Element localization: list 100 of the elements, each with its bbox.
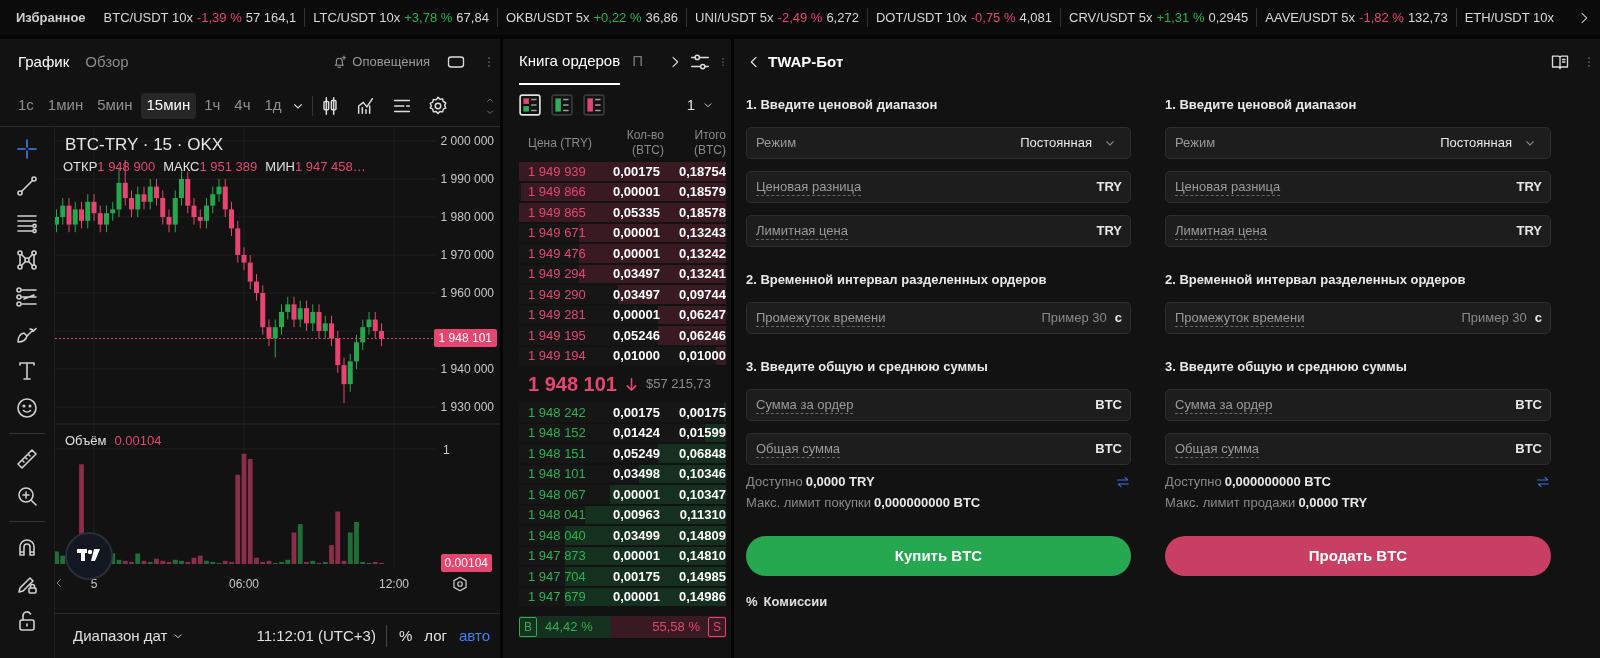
unit-label: BTC [1095,440,1122,459]
field-label: Сумма за ордер [756,396,854,414]
price-cell-text: 1 948 151 [528,444,587,463]
total-cell-text: 0,13243 [678,224,726,242]
amount-cell-text: 0,05246 [612,326,660,345]
clock-label: 11:12:01 (UTC+3) [256,624,387,648]
ticker-item[interactable]: AAVE/USDT 5x -1,82 % 132,73 [1256,7,1456,28]
column-header: Итого (BTC) [693,128,726,158]
input-field[interactable]: Промежуток времени Пример 30 с [746,302,1131,334]
ticker-item[interactable]: OKB/USDT 5x +0,22 % 36,86 [496,7,687,28]
total-cell-text: 0,14809 [678,526,726,545]
total-cell-text: 0,06247 [678,306,726,324]
amount-cell-text: 0,05335 [612,203,660,222]
favorites-label[interactable]: Избранное [16,7,86,28]
field-label: Ценовая разница [1175,178,1281,196]
total-cell-text: 0,00175 [678,403,726,422]
unit-label: с [1114,309,1122,328]
price-cell-text: 1 949 290 [528,285,587,304]
field-label: Общая сумма [1175,440,1260,458]
timeframe-button[interactable]: 4ч [228,92,257,119]
ohlc-value: 1 947 458… [294,158,366,176]
total-cell-text: 0,09744 [678,285,726,304]
unit-label: TRY [1516,222,1542,241]
total-cell-text: 0,01599 [678,424,726,442]
last-price-badge: 1 948 101 [433,329,497,348]
ohlc-label: ОТКР [63,158,98,176]
total-cell-text: 0,18578 [678,203,726,222]
sell-badge: S [708,617,726,637]
input-field[interactable]: Лимитная цена TRY [746,215,1131,247]
volume-value: 0.00104 [114,432,162,450]
column-header: Цена (TRY) [528,135,593,151]
limit-value: 0,0000 TRY [1298,494,1368,513]
ticker-item[interactable]: UNI/USDT 5x -2,49 % 6,272 [686,7,867,28]
price-cell-text: 1 947 679 [528,588,587,606]
total-cell-text: 0,10347 [678,485,726,504]
y-tick-label: 1 960 000 [440,285,494,300]
buy-badge: B [519,617,537,637]
ticker-item[interactable]: BTC/USDT 10x -1,39 % 57 164,1 [95,7,305,28]
input-field[interactable]: Ценовая разница TRY [746,171,1131,203]
input-field[interactable]: Общая сумма BTC [1165,433,1551,465]
total-cell-text: 0,13241 [678,265,726,283]
ohlc-label: МАКС [163,158,200,176]
fees-link[interactable]: Комиссии [763,592,828,612]
x-tick-label: 06:00 [229,577,259,591]
submit-button[interactable]: Продать BTC [1165,536,1551,576]
section-heading: 3. Введите общую и среднюю суммы [746,358,989,376]
ticker-item[interactable]: LTC/USDT 10x +3,78 % 67,84 [304,7,497,28]
timeframe-button[interactable]: 1д [258,92,288,119]
timeframe-button[interactable]: 1с [12,92,40,119]
scale-option[interactable]: лог [424,624,447,648]
text-input[interactable]: Пример 30 [1026,308,1107,328]
tab[interactable]: П [632,39,643,85]
timeframe-button[interactable]: 5мин [91,92,139,119]
amount-cell-text: 0,03498 [612,465,660,483]
amount-cell-text: 0,00001 [612,588,660,606]
price-cell-text: 1 949 939 [528,162,587,181]
input-field[interactable]: Лимитная цена TRY [1165,215,1551,247]
date-range-button[interactable]: Диапазон дат [73,624,186,648]
timeframe-button[interactable]: 1ч [198,92,227,119]
select-field[interactable]: Режим Постоянная [746,127,1131,159]
price-cell-text: 1 948 041 [528,506,587,524]
tab[interactable]: Обзор [85,50,129,74]
timeframe-button[interactable]: 1мин [41,92,90,119]
y-tick-label: 1 990 000 [440,172,494,187]
amount-cell-text: 0,00001 [612,244,660,263]
panel-title: TWAP-Бот [768,51,844,72]
text-input[interactable]: Пример 30 [1446,308,1527,328]
unit-label: TRY [1096,178,1122,197]
input-field[interactable]: Общая сумма BTC [746,433,1131,465]
alerts-button[interactable]: Оповещения [332,52,430,72]
y-tick-label: 1 970 000 [440,248,494,262]
tab[interactable]: Книга ордеров [519,39,621,85]
ticker-item[interactable]: CRV/USDT 5x +1,31 % 0,2945 [1060,7,1257,28]
ticker-item[interactable]: ETH/USDT 10x [1455,7,1562,28]
price-cell-text: 1 949 865 [528,203,587,222]
y-tick-label: 1 980 000 [440,210,494,224]
input-field[interactable]: Промежуток времени Пример 30 с [1165,302,1551,334]
scale-option[interactable]: авто [458,624,490,648]
ticker-item[interactable]: DOT/USDT 10x -0,75 % 4,081 [866,7,1061,28]
y-tick-label: 1 930 000 [440,399,494,414]
price-cell-text: 1 949 671 [528,224,587,242]
input-field[interactable]: Сумма за ордер BTC [1165,389,1551,421]
total-cell-text: 0,11310 [678,506,726,524]
timeframe-button[interactable]: 15мин [140,92,197,119]
available-label: Доступно [1165,473,1222,492]
scale-option[interactable]: % [398,624,413,648]
buy-share: 44,42 % [545,618,593,637]
select-field[interactable]: Режим Постоянная [1165,127,1551,159]
amount-cell-text: 0,00175 [612,403,660,422]
field-label: Лимитная цена [756,222,848,240]
y-tick-label: 2 000 000 [440,134,494,149]
amount-cell-text: 0,00175 [612,567,660,586]
fees-icon: % [746,592,758,612]
input-field[interactable]: Ценовая разница TRY [1165,171,1551,203]
tab[interactable]: График [18,50,70,74]
depth-dropdown[interactable]: 1 [686,93,715,117]
input-field[interactable]: Сумма за ордер BTC [746,389,1131,421]
total-cell-text: 0,14810 [678,547,726,565]
y-tick-label: 1 940 000 [440,361,494,376]
section-heading: 1. Введите ценовой диапазон [1165,96,1358,114]
